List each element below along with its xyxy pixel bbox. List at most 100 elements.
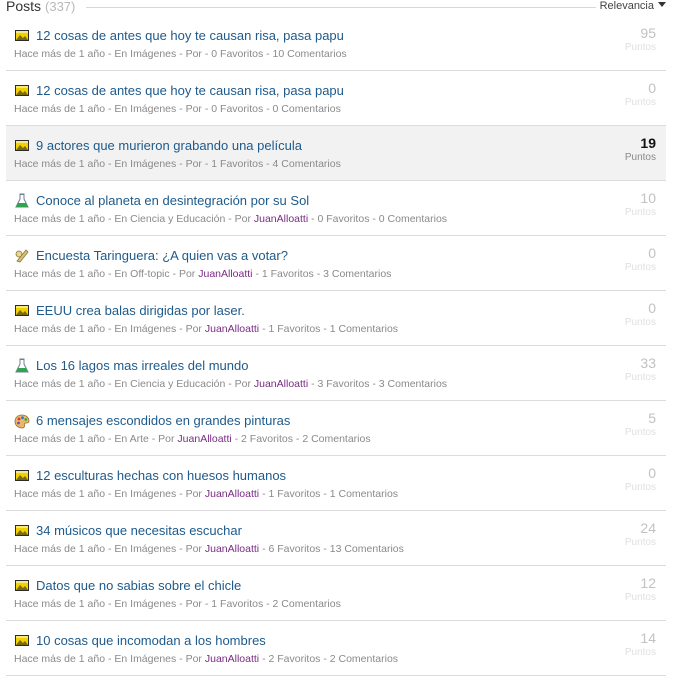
post-title-link[interactable]: 12 esculturas hechas con huesos humanos [36, 468, 286, 483]
score-value: 0 [648, 300, 656, 316]
post-title-link[interactable]: Conoce al planeta en desintegración por … [36, 193, 309, 208]
post-title-link[interactable]: Los 16 lagos mas irreales del mundo [36, 358, 248, 373]
post-meta-text: Hace más de 1 año - En Imágenes - Por [14, 103, 205, 115]
imagenes-icon [14, 138, 30, 154]
post-score: 0 Puntos [625, 244, 656, 274]
post-title-link[interactable]: 12 cosas de antes que hoy te causan risa… [36, 28, 344, 43]
post-title-link[interactable]: EEUU crea balas dirigidas por laser. [36, 303, 245, 318]
post-meta: Hace más de 1 año - En Ciencia y Educaci… [14, 213, 447, 225]
posts-header: Posts (337) Relevancia [6, 0, 666, 16]
post-title-link[interactable]: 9 actores que murieron grabando una pelí… [36, 138, 302, 153]
post-meta-stats: - 1 Favoritos - 4 Comentarios [204, 158, 341, 170]
arte-icon [14, 413, 30, 429]
score-value: 33 [640, 355, 656, 371]
imagenes-icon [14, 303, 30, 319]
post-meta-stats: - 1 Favoritos - 1 Comentarios [259, 488, 399, 500]
post-meta-text: Hace más de 1 año - En Off-topic - Por [14, 268, 199, 280]
posts-heading: Posts (337) [6, 0, 75, 14]
posts-title: Posts [6, 0, 42, 14]
post-meta-text: Hace más de 1 año - En Imágenes - Por [14, 488, 205, 500]
post-score: 10 Puntos [625, 189, 656, 219]
post-meta-stats: - 2 Favoritos - 2 Comentarios [259, 653, 399, 665]
post-title-link[interactable]: Datos que no sabias sobre el chicle [36, 578, 241, 593]
post-row: EEUU crea balas dirigidas por laser. Hac… [6, 291, 666, 346]
score-value: 19 [640, 135, 656, 151]
author-link[interactable]: JuanAlloatti [205, 653, 259, 665]
author-link[interactable]: JuanAlloatti [254, 213, 308, 225]
score-value: 0 [648, 80, 656, 96]
post-meta-stats: - 1 Favoritos - 3 Comentarios [252, 268, 392, 280]
imagenes-icon [14, 523, 30, 539]
post-score: 95 Puntos [625, 24, 656, 54]
post-meta-text: Hace más de 1 año - En Imágenes - Por [14, 653, 205, 665]
author-link[interactable]: JuanAlloatti [205, 543, 259, 555]
post-row: 9 actores que murieron grabando una pelí… [6, 126, 666, 181]
post-title-link[interactable]: 12 cosas de antes que hoy te causan risa… [36, 83, 344, 98]
score-label: Puntos [624, 152, 656, 163]
score-label: Puntos [624, 592, 656, 603]
post-score: 0 Puntos [625, 79, 656, 109]
post-meta-stats: - 0 Favoritos - 0 Comentarios [308, 213, 448, 225]
post-meta: Hace más de 1 año - En Imágenes - Por - … [14, 598, 341, 610]
post-score: 33 Puntos [625, 354, 656, 384]
post-meta-text: Hace más de 1 año - En Imágenes - Por [14, 323, 205, 335]
post-meta: Hace más de 1 año - En Imágenes - Por - … [14, 103, 341, 115]
score-value: 14 [640, 630, 656, 646]
post-meta-text: Hace más de 1 año - En Imágenes - Por [14, 598, 205, 610]
sort-label: Relevancia [599, 0, 654, 12]
post-title-link[interactable]: 6 mensajes escondidos en grandes pintura… [36, 413, 290, 428]
score-label: Puntos [624, 207, 656, 218]
author-link[interactable]: JuanAlloatti [177, 433, 231, 445]
post-row: Datos que no sabias sobre el chicle Hace… [6, 566, 666, 621]
post-meta-stats: - 3 Favoritos - 3 Comentarios [308, 378, 448, 390]
post-meta-stats: - 6 Favoritos - 13 Comentarios [259, 543, 404, 555]
author-link[interactable]: JuanAlloatti [205, 323, 259, 335]
post-meta: Hace más de 1 año - En Ciencia y Educaci… [14, 378, 447, 390]
ciencia-icon [14, 193, 30, 209]
post-meta: Hace más de 1 año - En Off-topic - Por J… [14, 268, 391, 280]
score-label: Puntos [624, 262, 656, 273]
ciencia-icon [14, 358, 30, 374]
caret-down-icon [658, 2, 666, 7]
score-label: Puntos [624, 427, 656, 438]
imagenes-icon [14, 633, 30, 649]
author-link[interactable]: JuanAlloatti [198, 268, 252, 280]
imagenes-icon [14, 83, 30, 99]
post-meta-text: Hace más de 1 año - En Ciencia y Educaci… [14, 378, 254, 390]
imagenes-icon [14, 468, 30, 484]
post-title-link[interactable]: Encuesta Taringuera: ¿A quien vas a vota… [36, 248, 288, 263]
score-value: 5 [648, 410, 656, 426]
post-meta-stats: - 2 Favoritos - 2 Comentarios [231, 433, 371, 445]
post-meta: Hace más de 1 año - En Imágenes - Por Ju… [14, 543, 404, 555]
post-meta-text: Hace más de 1 año - En Arte - Por [14, 433, 178, 445]
post-row: Los 16 lagos mas irreales del mundo Hace… [6, 346, 666, 401]
score-value: 0 [648, 465, 656, 481]
post-meta-text: Hace más de 1 año - En Imágenes - Por [14, 48, 205, 60]
post-title-link[interactable]: 10 cosas que incomodan a los hombres [36, 633, 266, 648]
author-link[interactable]: JuanAlloatti [254, 378, 308, 390]
score-value: 10 [640, 190, 656, 206]
post-meta: Hace más de 1 año - En Imágenes - Por Ju… [14, 323, 398, 335]
post-row: 10 cosas que incomodan a los hombres Hac… [6, 621, 666, 676]
score-label: Puntos [624, 647, 656, 658]
post-score: 0 Puntos [625, 299, 656, 329]
sort-dropdown[interactable]: Relevancia [600, 0, 666, 12]
post-score: 0 Puntos [625, 464, 656, 494]
score-value: 12 [640, 575, 656, 591]
posts-count: (337) [45, 0, 76, 14]
post-score: 14 Puntos [625, 629, 656, 659]
post-meta-text: Hace más de 1 año - En Ciencia y Educaci… [14, 213, 254, 225]
post-meta: Hace más de 1 año - En Imágenes - Por Ju… [14, 488, 398, 500]
post-score: 24 Puntos [625, 519, 656, 549]
offtopic-icon [14, 248, 30, 264]
author-link[interactable]: JuanAlloatti [205, 488, 259, 500]
post-score: 5 Puntos [625, 409, 656, 439]
score-label: Puntos [624, 42, 656, 53]
post-meta: Hace más de 1 año - En Imágenes - Por - … [14, 158, 341, 170]
post-row: 12 cosas de antes que hoy te causan risa… [6, 16, 666, 71]
post-meta-text: Hace más de 1 año - En Imágenes - Por [14, 158, 205, 170]
score-label: Puntos [624, 537, 656, 548]
post-meta-stats: - 0 Favoritos - 10 Comentarios [204, 48, 347, 60]
post-title-link[interactable]: 34 músicos que necesitas escuchar [36, 523, 242, 538]
post-list: 12 cosas de antes que hoy te causan risa… [6, 16, 666, 676]
